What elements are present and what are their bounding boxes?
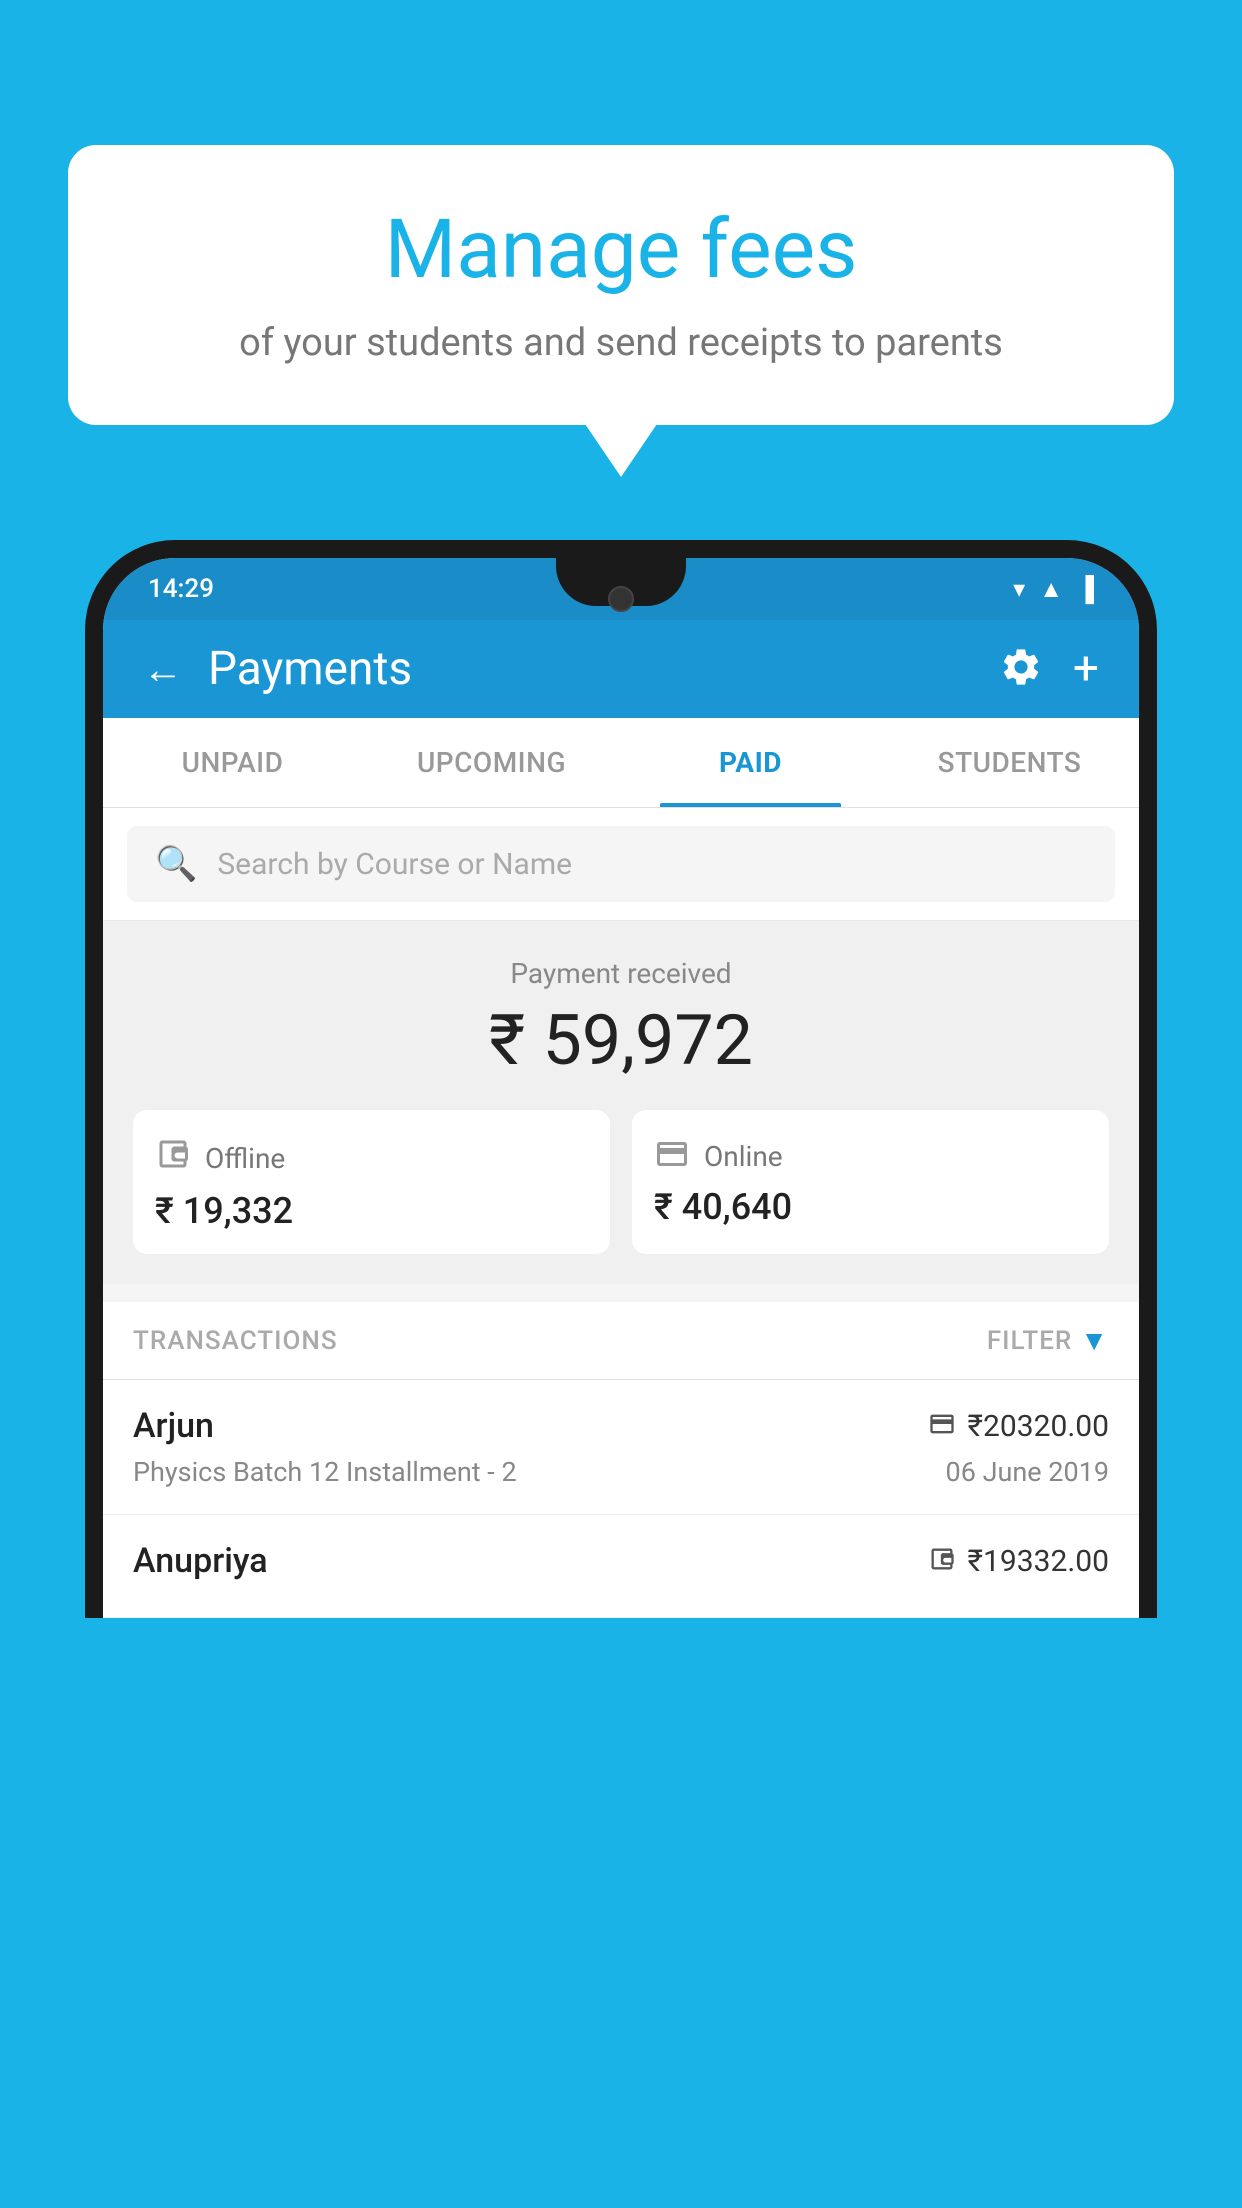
online-card-header: Online: [654, 1136, 783, 1176]
add-button[interactable]: +: [1073, 646, 1099, 692]
transaction-bottom-arjun: Physics Batch 12 Installment - 2 06 June…: [133, 1456, 1109, 1488]
payment-label: Payment received: [133, 957, 1109, 990]
transaction-date-arjun: 06 June 2019: [946, 1456, 1109, 1488]
phone-camera: [608, 586, 634, 612]
filter-icon: ▼: [1080, 1324, 1109, 1357]
search-container: 🔍 Search by Course or Name: [103, 808, 1139, 921]
payment-summary: Payment received ₹ 59,972: [103, 921, 1139, 1284]
tab-unpaid[interactable]: UNPAID: [103, 718, 362, 807]
filter-text: FILTER: [987, 1326, 1072, 1356]
payment-cards: Offline ₹ 19,332: [133, 1110, 1109, 1254]
search-bar[interactable]: 🔍 Search by Course or Name: [127, 826, 1115, 902]
transaction-name-arjun: Arjun: [133, 1406, 214, 1446]
offline-amount: ₹ 19,332: [155, 1190, 293, 1232]
phone-mockup: 14:29 ▾ ▲ ▐ ← Payments: [85, 540, 1157, 2208]
transaction-amount-row-arjun: ₹20320.00: [928, 1409, 1109, 1444]
transaction-amount-anupriya: ₹19332.00: [968, 1544, 1109, 1579]
transaction-name-anupriya: Anupriya: [133, 1541, 268, 1581]
transaction-amount-arjun: ₹20320.00: [968, 1409, 1109, 1444]
online-card: Online ₹ 40,640: [632, 1110, 1109, 1254]
phone-frame: 14:29 ▾ ▲ ▐ ← Payments: [85, 540, 1157, 1618]
search-placeholder: Search by Course or Name: [217, 847, 572, 882]
cash-payment-icon-anupriya: [928, 1545, 956, 1577]
filter-button[interactable]: FILTER ▼: [987, 1324, 1109, 1357]
search-icon: 🔍: [155, 844, 197, 884]
transaction-amount-row-anupriya: ₹19332.00: [928, 1544, 1109, 1579]
online-icon: [654, 1136, 690, 1176]
offline-label: Offline: [205, 1142, 285, 1175]
bubble-subtitle: of your students and send receipts to pa…: [118, 317, 1124, 370]
speech-bubble: Manage fees of your students and send re…: [68, 145, 1174, 425]
offline-icon: [155, 1136, 191, 1180]
card-payment-icon-arjun: [928, 1410, 956, 1442]
back-button[interactable]: ←: [143, 646, 183, 693]
transaction-top-arjun: Arjun ₹20320.00: [133, 1406, 1109, 1446]
battery-icon: ▐: [1077, 575, 1094, 604]
tab-students[interactable]: STUDENTS: [880, 718, 1139, 807]
table-row[interactable]: Anupriya ₹19332.00: [103, 1515, 1139, 1618]
status-time: 14:29: [148, 574, 214, 604]
offline-card: Offline ₹ 19,332: [133, 1110, 610, 1254]
transactions-header: TRANSACTIONS FILTER ▼: [103, 1302, 1139, 1380]
status-icons: ▾ ▲ ▐: [1013, 575, 1094, 604]
tab-upcoming[interactable]: UPCOMING: [362, 718, 621, 807]
bubble-title: Manage fees: [118, 205, 1124, 295]
app-header: ← Payments +: [103, 620, 1139, 718]
phone-notch: [556, 558, 686, 606]
phone-screen: 14:29 ▾ ▲ ▐ ← Payments: [103, 558, 1139, 1618]
tab-bar: UNPAID UPCOMING PAID STUDENTS: [103, 718, 1139, 808]
online-label: Online: [704, 1140, 783, 1173]
gear-icon: [999, 645, 1043, 689]
payment-amount: ₹ 59,972: [133, 1000, 1109, 1082]
wifi-icon: ▾: [1013, 575, 1025, 603]
online-amount: ₹ 40,640: [654, 1186, 792, 1228]
tab-paid[interactable]: PAID: [621, 718, 880, 807]
signal-icon: ▲: [1039, 575, 1063, 604]
settings-button[interactable]: [999, 645, 1043, 693]
transaction-top-anupriya: Anupriya ₹19332.00: [133, 1541, 1109, 1581]
header-left: ← Payments: [143, 642, 412, 696]
table-row[interactable]: Arjun ₹20320.00 Physics Batch 12 Install…: [103, 1380, 1139, 1515]
transaction-course-arjun: Physics Batch 12 Installment - 2: [133, 1456, 517, 1488]
offline-card-header: Offline: [155, 1136, 285, 1180]
header-right: +: [999, 645, 1099, 693]
header-title: Payments: [208, 642, 412, 696]
transactions-label: TRANSACTIONS: [133, 1326, 338, 1356]
